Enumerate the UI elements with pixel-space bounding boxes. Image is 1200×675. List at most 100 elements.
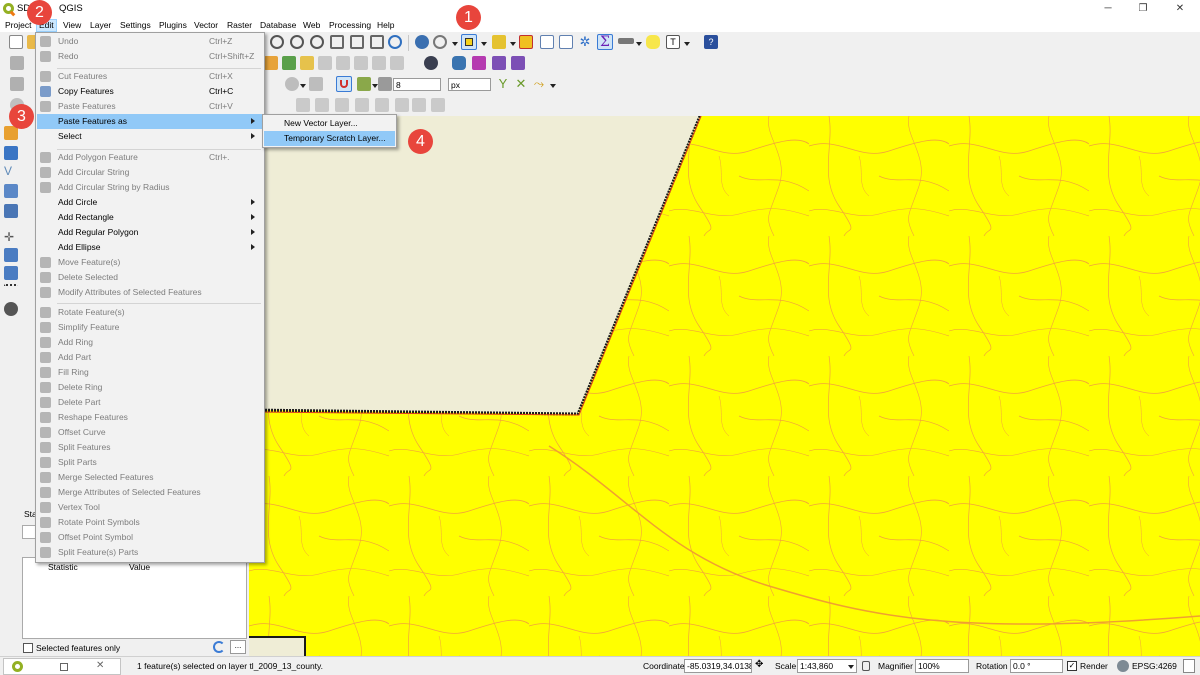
identify-icon[interactable] (415, 35, 429, 49)
crs-label[interactable]: EPSG:4269 (1132, 661, 1177, 671)
vertex-add-icon[interactable] (315, 98, 329, 112)
pin-label-icon[interactable] (318, 56, 332, 70)
zoom-native-icon[interactable] (370, 35, 384, 49)
action-icon[interactable] (433, 35, 447, 49)
menu-item-fill-ring[interactable]: Fill Ring (37, 365, 263, 380)
rotation-field[interactable]: 0.0 ° (1010, 659, 1063, 673)
menu-item-vertex-tool[interactable]: Vertex Tool (37, 500, 263, 515)
label-icon[interactable] (264, 56, 278, 70)
menu-item-rotate-point-symbols[interactable]: Rotate Point Symbols (37, 515, 263, 530)
plugin-icon[interactable] (472, 56, 486, 70)
add-raster-layer-icon[interactable] (4, 146, 18, 160)
add-wfs-icon[interactable] (4, 248, 18, 262)
select-dropdown-icon[interactable] (481, 42, 487, 46)
menu-item-merge-selected-features[interactable]: Merge Selected Features (37, 470, 263, 485)
menu-layer[interactable]: Layer (88, 19, 113, 32)
snap-vertex-icon[interactable] (357, 77, 371, 91)
menu-database[interactable]: Database (258, 19, 298, 32)
scale-dropdown-icon[interactable] (848, 665, 854, 669)
snap-mode-icon[interactable] (378, 77, 392, 91)
new-temporary-layer-icon[interactable] (4, 302, 18, 316)
layer-combo[interactable] (22, 525, 36, 539)
globe-icon[interactable] (424, 56, 438, 70)
menu-item-add-part[interactable]: Add Part (37, 350, 263, 365)
plugin-clip-icon[interactable] (511, 56, 525, 70)
menu-item-copy-features[interactable]: Copy Features Ctrl+C (37, 84, 263, 99)
menu-item-add-ring[interactable]: Add Ring (37, 335, 263, 350)
line-tool-icon[interactable] (375, 98, 389, 112)
menu-item-add-circular-string-radius[interactable]: Add Circular String by Radius (37, 180, 263, 195)
map-tips-icon[interactable] (646, 35, 660, 49)
label-tool-icon[interactable] (300, 56, 314, 70)
menu-item-add-rectangle[interactable]: Add Rectangle (37, 210, 263, 225)
crs-globe-icon[interactable] (1117, 660, 1129, 672)
select-features-tool[interactable] (461, 34, 477, 50)
menu-item-paste-features[interactable]: Paste Features Ctrl+V (37, 99, 263, 114)
menu-project[interactable]: Project (3, 19, 33, 32)
rotate-label-icon[interactable] (372, 56, 386, 70)
menu-vector[interactable]: Vector (192, 19, 220, 32)
menu-item-redo[interactable]: Redo Ctrl+Shift+Z (37, 49, 263, 64)
menu-view[interactable]: View (61, 19, 83, 32)
statistical-summary-icon[interactable]: Σ (597, 34, 613, 50)
menu-plugins[interactable]: Plugins (157, 19, 189, 32)
magnifier-field[interactable]: 100% (915, 659, 969, 673)
menu-item-delete-ring[interactable]: Delete Ring (37, 380, 263, 395)
paste-features-as[interactable]: Paste Features as (37, 114, 263, 129)
locator-close-icon[interactable]: ✕ (96, 660, 104, 671)
add-postgis-icon[interactable] (4, 204, 18, 218)
coordinate-toggle-icon[interactable]: ✥ (755, 659, 763, 670)
move-label-icon[interactable] (354, 56, 368, 70)
polygon-tool-icon[interactable] (395, 98, 409, 112)
more-options-button[interactable]: ... (230, 640, 246, 654)
selected-only-checkbox[interactable] (23, 643, 33, 653)
help-icon[interactable]: ? (704, 35, 718, 49)
menu-raster[interactable]: Raster (225, 19, 254, 32)
menu-item-undo[interactable]: Undo Ctrl+Z (37, 34, 263, 49)
move-icon[interactable] (431, 98, 445, 112)
trace-icon[interactable]: ⤳ (532, 77, 546, 91)
menu-item-simplify-feature[interactable]: Simplify Feature (37, 320, 263, 335)
menu-item-add-polygon-feature[interactable]: Add Polygon Feature Ctrl+. (37, 150, 263, 165)
menu-item-add-circular-string[interactable]: Add Circular String (37, 165, 263, 180)
advanced-digitize-icon[interactable] (309, 77, 323, 91)
column-value[interactable]: Value (129, 562, 150, 572)
zoom-in-icon[interactable] (270, 35, 284, 49)
lock-icon[interactable] (862, 661, 870, 671)
digitize-icon[interactable] (10, 56, 24, 70)
menu-item-reshape-features[interactable]: Reshape Features (37, 410, 263, 425)
menu-item-select[interactable]: Select (37, 129, 263, 144)
select-value-icon[interactable] (492, 35, 506, 49)
menu-item-merge-attributes[interactable]: Merge Attributes of Selected Features (37, 485, 263, 500)
menu-item-offset-point-symbol[interactable]: Offset Point Symbol (37, 530, 263, 545)
change-label-icon[interactable] (390, 56, 404, 70)
zoom-out-icon[interactable] (290, 35, 304, 49)
add-spatialite-icon[interactable] (4, 184, 18, 198)
menu-item-modify-attributes[interactable]: Modify Attributes of Selected Features (37, 285, 263, 300)
messages-icon[interactable] (1183, 659, 1195, 673)
rotate-icon[interactable] (285, 77, 299, 91)
field-calculator-icon[interactable] (559, 35, 573, 49)
rotate-dropdown-icon[interactable] (300, 84, 306, 88)
measure-icon[interactable] (618, 38, 634, 44)
add-delimited-text-icon[interactable]: V (4, 164, 18, 178)
menu-item-delete-part[interactable]: Delete Part (37, 395, 263, 410)
coordinate-field[interactable]: -85.0319,34.0138 (684, 659, 752, 673)
menu-item-rotate-features[interactable]: Rotate Feature(s) (37, 305, 263, 320)
locator-bar[interactable]: ✕ (3, 658, 121, 675)
column-statistic[interactable]: Statistic (48, 562, 78, 572)
zoom-selection-icon[interactable] (330, 35, 344, 49)
menu-item-add-regular-polygon[interactable]: Add Regular Polygon (37, 225, 263, 240)
vertex-move-icon[interactable] (335, 98, 349, 112)
action-dropdown-icon[interactable] (452, 42, 458, 46)
snapping-magnet-icon[interactable] (336, 76, 352, 92)
menu-item-cut-features[interactable]: Cut Features Ctrl+X (37, 69, 263, 84)
intersection-icon[interactable]: ✕ (514, 77, 528, 91)
new-project-icon[interactable] (9, 35, 23, 49)
snapping-tolerance-input[interactable]: 8 (393, 78, 441, 91)
minimize-button[interactable]: ─ (1093, 2, 1123, 16)
zoom-layer-icon[interactable] (350, 35, 364, 49)
plugin-copy-icon[interactable] (492, 56, 506, 70)
refresh-icon[interactable] (388, 35, 402, 49)
node-tool-icon[interactable] (10, 77, 24, 91)
